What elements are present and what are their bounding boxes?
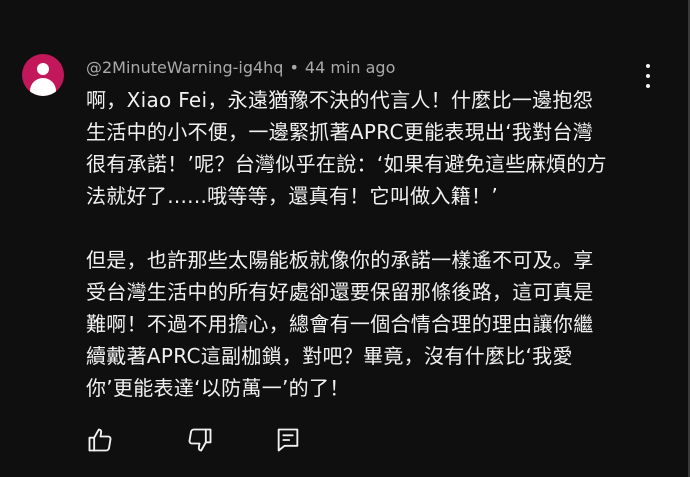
menu-dot — [646, 74, 650, 78]
meta-separator: • — [289, 58, 299, 77]
comment-body: 啊，Xiao Fei，永遠猶豫不決的代言人！什麼比一邊抱怨 生活中的小不便，一邊… — [86, 84, 646, 404]
comment-timestamp[interactable]: 44 min ago — [305, 58, 395, 77]
comment-header: @2MinuteWarning-ig4hq • 44 min ago — [86, 58, 395, 78]
avatar-head-shape — [37, 63, 49, 75]
comment-item: @2MinuteWarning-ig4hq • 44 min ago 啊，Xiao … — [0, 0, 690, 477]
comment-paragraph: 但是，也許那些太陽能板就像你的承諾一樣遙不可及。享 受台灣生活中的所有好處卻還要… — [86, 248, 594, 400]
thumbs-up-icon[interactable] — [86, 426, 114, 454]
reply-comment-icon[interactable] — [274, 426, 302, 454]
thumbs-down-icon[interactable] — [186, 426, 214, 454]
menu-dot — [646, 84, 650, 88]
avatar[interactable] — [22, 54, 64, 96]
menu-dot — [646, 64, 650, 68]
avatar-body-shape — [30, 78, 56, 96]
comment-paragraph: 啊，Xiao Fei，永遠猶豫不決的代言人！什麼比一邊抱怨 生活中的小不便，一邊… — [86, 88, 607, 208]
author-name[interactable]: @2MinuteWarning-ig4hq — [86, 58, 283, 77]
